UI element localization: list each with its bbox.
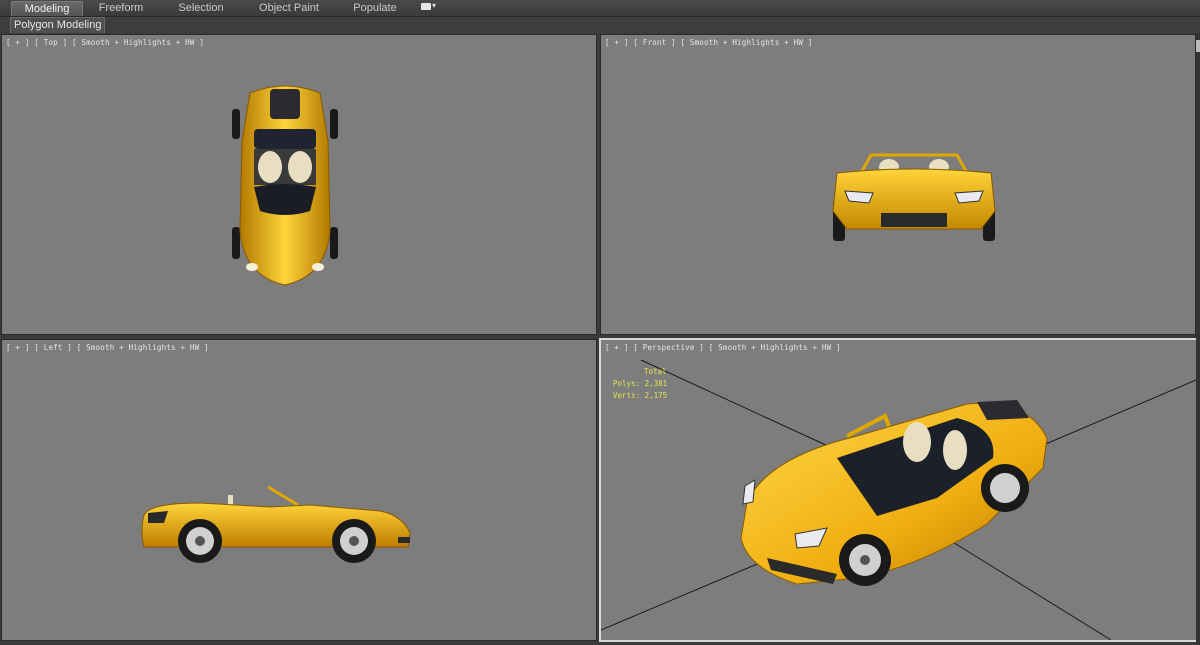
stats-polys: Polys: 2,381 [613,378,667,390]
stats-polys-value: 2,381 [644,379,668,388]
panel-options-icon[interactable] [421,3,431,10]
stats-polys-label: Polys: [613,379,641,388]
viewport-label[interactable]: [ + ] [ Left ] [ Smooth + Highlights + H… [6,343,209,352]
viewport-front[interactable]: [ + ] [ Front ] [ Smooth + Highlights + … [600,34,1196,335]
viewport-left[interactable]: [ + ] [ Left ] [ Smooth + Highlights + H… [1,339,597,641]
car-front-view [832,153,996,241]
tab-modeling[interactable]: Modeling [11,1,83,16]
viewport-top[interactable]: [ + ] [ Top ] [ Smooth + Highlights + HW… [1,34,597,335]
tab-populate[interactable]: Populate [346,1,404,15]
stats-overlay: Total Polys: 2,381 Verts: 2,175 [613,366,667,402]
ribbon-subbar: Polygon Modeling [0,17,1200,33]
stats-verts-label: Verts: [613,391,641,400]
car-perspective-view [740,400,1048,586]
scrollbar-thumb[interactable] [1196,40,1200,52]
stats-title: Total [644,367,667,376]
viewport-label[interactable]: [ + ] [ Top ] [ Smooth + Highlights + HW… [6,38,204,47]
stats-verts-value: 2,175 [644,391,668,400]
stats-verts: Verts: 2,175 [613,390,667,402]
car-top-view [232,85,338,286]
scrollbar[interactable] [1196,34,1200,644]
tab-freeform[interactable]: Freeform [90,1,152,15]
tab-polygon-modeling[interactable]: Polygon Modeling [10,17,106,33]
ribbon-bar: Modeling Freeform Selection Object Paint… [0,0,1200,17]
chevron-down-icon[interactable]: ▾ [432,1,436,10]
car-left-view [141,485,411,563]
tab-object-paint[interactable]: Object Paint [252,1,326,15]
viewport-label[interactable]: [ + ] [ Front ] [ Smooth + Highlights + … [605,38,812,47]
viewport-perspective[interactable]: [ + ] [ Perspective ] [ Smooth + Highlig… [599,338,1198,642]
tab-selection[interactable]: Selection [170,1,232,15]
